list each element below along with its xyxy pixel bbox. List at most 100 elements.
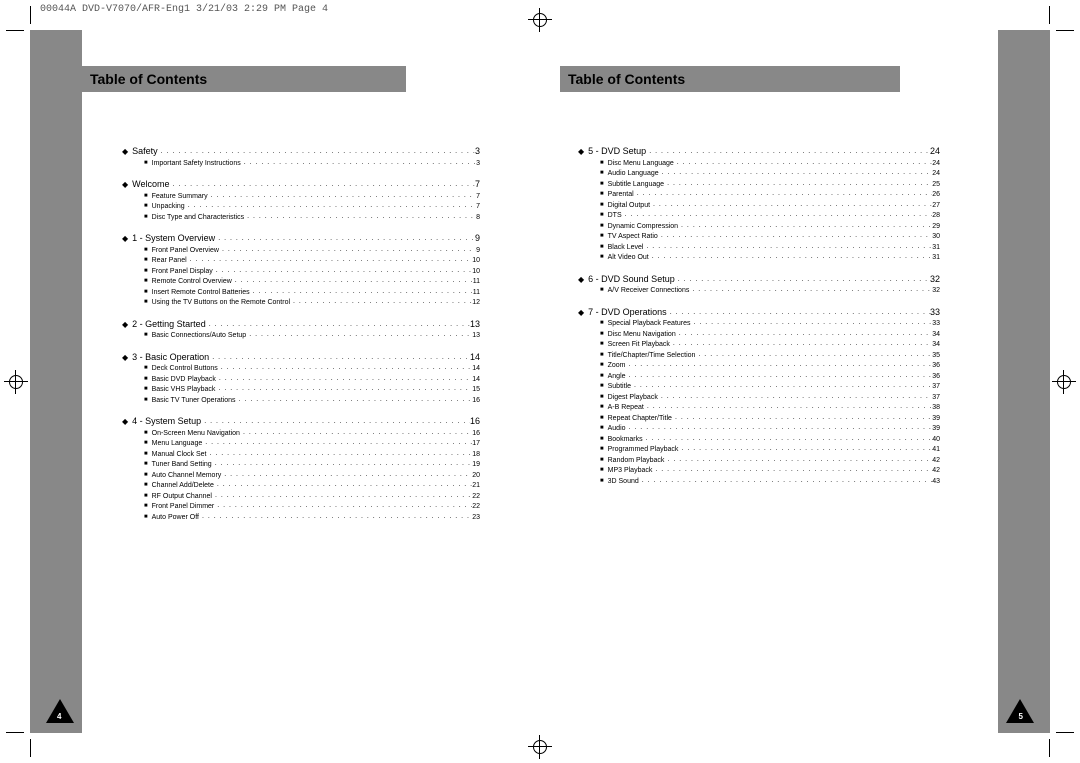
leader-dots (214, 480, 472, 491)
toc-sub-page: 39 (932, 414, 940, 425)
square-bullet-icon: ■ (600, 253, 604, 262)
leader-dots (212, 491, 472, 502)
leader-dots (676, 329, 932, 340)
leader-dots (658, 231, 932, 242)
square-bullet-icon: ■ (600, 159, 604, 168)
toc-main-entry: ◆7 - DVD Operations33 (578, 306, 940, 320)
toc-sub-page: 19 (472, 460, 480, 471)
toc-main-title: 3 - Basic Operation (132, 351, 209, 365)
square-bullet-icon: ■ (144, 396, 148, 405)
leader-dots (626, 371, 933, 382)
toc-sub-page: 36 (932, 361, 940, 372)
toc-sub-title: Important Safety Instructions (152, 159, 241, 170)
toc-sub-page: 16 (472, 429, 480, 440)
crop-mark (1056, 732, 1074, 733)
square-bullet-icon: ■ (144, 450, 148, 459)
square-bullet-icon: ■ (144, 492, 148, 501)
leader-dots (221, 470, 472, 481)
toc-sub-title: Rear Panel (152, 256, 187, 267)
toc-section: ◆3 - Basic Operation14■Deck Control Butt… (122, 351, 480, 407)
toc-sub-title: 3D Sound (608, 477, 639, 488)
toc-main-title: 6 - DVD Sound Setup (588, 273, 675, 287)
toc-main-entry: ◆4 - System Setup16 (122, 415, 480, 429)
toc-sub-title: Screen Fit Playback (608, 340, 670, 351)
toc-sub-page: 38 (932, 403, 940, 414)
crop-mark (1049, 739, 1050, 757)
toc-sub-page: 43 (932, 477, 940, 488)
crop-mark (6, 732, 24, 733)
toc-sub-entry: ■Disc Type and Characteristics8 (122, 213, 480, 224)
square-bullet-icon: ■ (144, 277, 148, 286)
toc-sub-title: Remote Control Overview (152, 277, 232, 288)
sidebar-left (30, 30, 82, 733)
toc-main-entry: ◆ 3 - Basic Operation 14 (122, 351, 480, 365)
leader-dots (695, 350, 932, 361)
leader-dots (649, 252, 932, 263)
toc-sub-entry: ■Auto Power Off23 (122, 513, 480, 524)
toc-sub-page: 13 (472, 331, 480, 342)
toc-sub-page: 24 (932, 169, 940, 180)
heading-band-right: Table of Contents (560, 66, 900, 92)
page-right: Table of Contents ◆5 - DVD Setup24■Disc … (540, 30, 1050, 733)
square-bullet-icon: ■ (600, 286, 604, 295)
toc-sub-page: 31 (932, 253, 940, 264)
page-spread: Table of Contents ◆Safety3 ■ Important Saf… (30, 30, 1050, 733)
toc-main-page: 9 (475, 232, 480, 246)
page-title-left: Table of Contents (90, 71, 207, 87)
toc-sub-page: 12 (472, 298, 480, 309)
toc-sub-entry: ■Using the TV Buttons on the Remote Cont… (122, 298, 480, 309)
toc-sub-page: 18 (472, 450, 480, 461)
diamond-bullet-icon: ◆ (122, 179, 128, 191)
square-bullet-icon: ■ (600, 201, 604, 210)
toc-sub-page: 3 (476, 159, 480, 170)
toc-sub-entry: ■Basic TV Tuner Operations16 (122, 396, 480, 407)
toc-sub-entry: ■Alt Video Out31 (578, 253, 940, 264)
toc-sub-title: Subtitle (608, 382, 631, 393)
diamond-bullet-icon: ◆ (122, 352, 128, 364)
diamond-bullet-icon: ◆ (122, 416, 128, 428)
toc-sub-title: Audio Language (608, 169, 659, 180)
leader-dots (218, 363, 472, 374)
leader-dots (626, 423, 933, 434)
toc-sub-title: Basic Connections/Auto Setup (152, 331, 247, 342)
leader-dots (290, 297, 472, 308)
heading-band-left: Table of Contents (82, 66, 406, 92)
leader-dots (202, 438, 472, 449)
toc-section: ◆2 - Getting Started13■Basic Connections… (122, 318, 480, 342)
registration-mark-bottom (528, 735, 552, 759)
page-left: Table of Contents ◆Safety3 ■ Important Saf… (30, 30, 540, 733)
toc-sub-page: 36 (932, 372, 940, 383)
toc-content-left: ◆Safety3 ■ Important Safety Instructions 3 ◆… (122, 145, 480, 673)
square-bullet-icon: ■ (600, 466, 604, 475)
square-bullet-icon: ■ (144, 502, 148, 511)
toc-sub-page: 26 (932, 190, 940, 201)
leader-dots (631, 381, 932, 392)
toc-sub-page: 7 (476, 202, 480, 213)
square-bullet-icon: ■ (600, 243, 604, 252)
toc-sub-page: 10 (472, 267, 480, 278)
toc-sub-page: 21 (472, 481, 480, 492)
leader-dots (689, 285, 932, 296)
square-bullet-icon: ■ (600, 319, 604, 328)
leader-dots (678, 444, 932, 455)
toc-main-entry: ◆1 - System Overview9 (122, 232, 480, 246)
toc-main-page: 7 (475, 178, 480, 192)
leader-dots (644, 402, 932, 413)
toc-sub-entry: ■Basic Connections/Auto Setup13 (122, 331, 480, 342)
toc-sub-page: 37 (932, 393, 940, 404)
toc-sub-entry: ■Important Safety Instructions3 (122, 159, 480, 170)
leader-dots (652, 465, 932, 476)
toc-sub-title: Disc Type and Characteristics (152, 213, 244, 224)
registration-mark-left (4, 370, 28, 394)
toc-sub-title: A-B Repeat (608, 403, 644, 414)
leader-dots (670, 339, 932, 350)
square-bullet-icon: ■ (144, 202, 148, 211)
toc-sub-page: 20 (472, 471, 480, 482)
toc-main-title: 4 - System Setup (132, 415, 201, 429)
page-number-right: 5 (1019, 712, 1023, 721)
toc-sub-page: 14 (472, 364, 480, 375)
leader-dots (672, 413, 932, 424)
toc-main-entry: ◆Safety3 (122, 145, 480, 159)
crop-mark (30, 6, 31, 24)
toc-main-page: 14 (470, 351, 480, 365)
